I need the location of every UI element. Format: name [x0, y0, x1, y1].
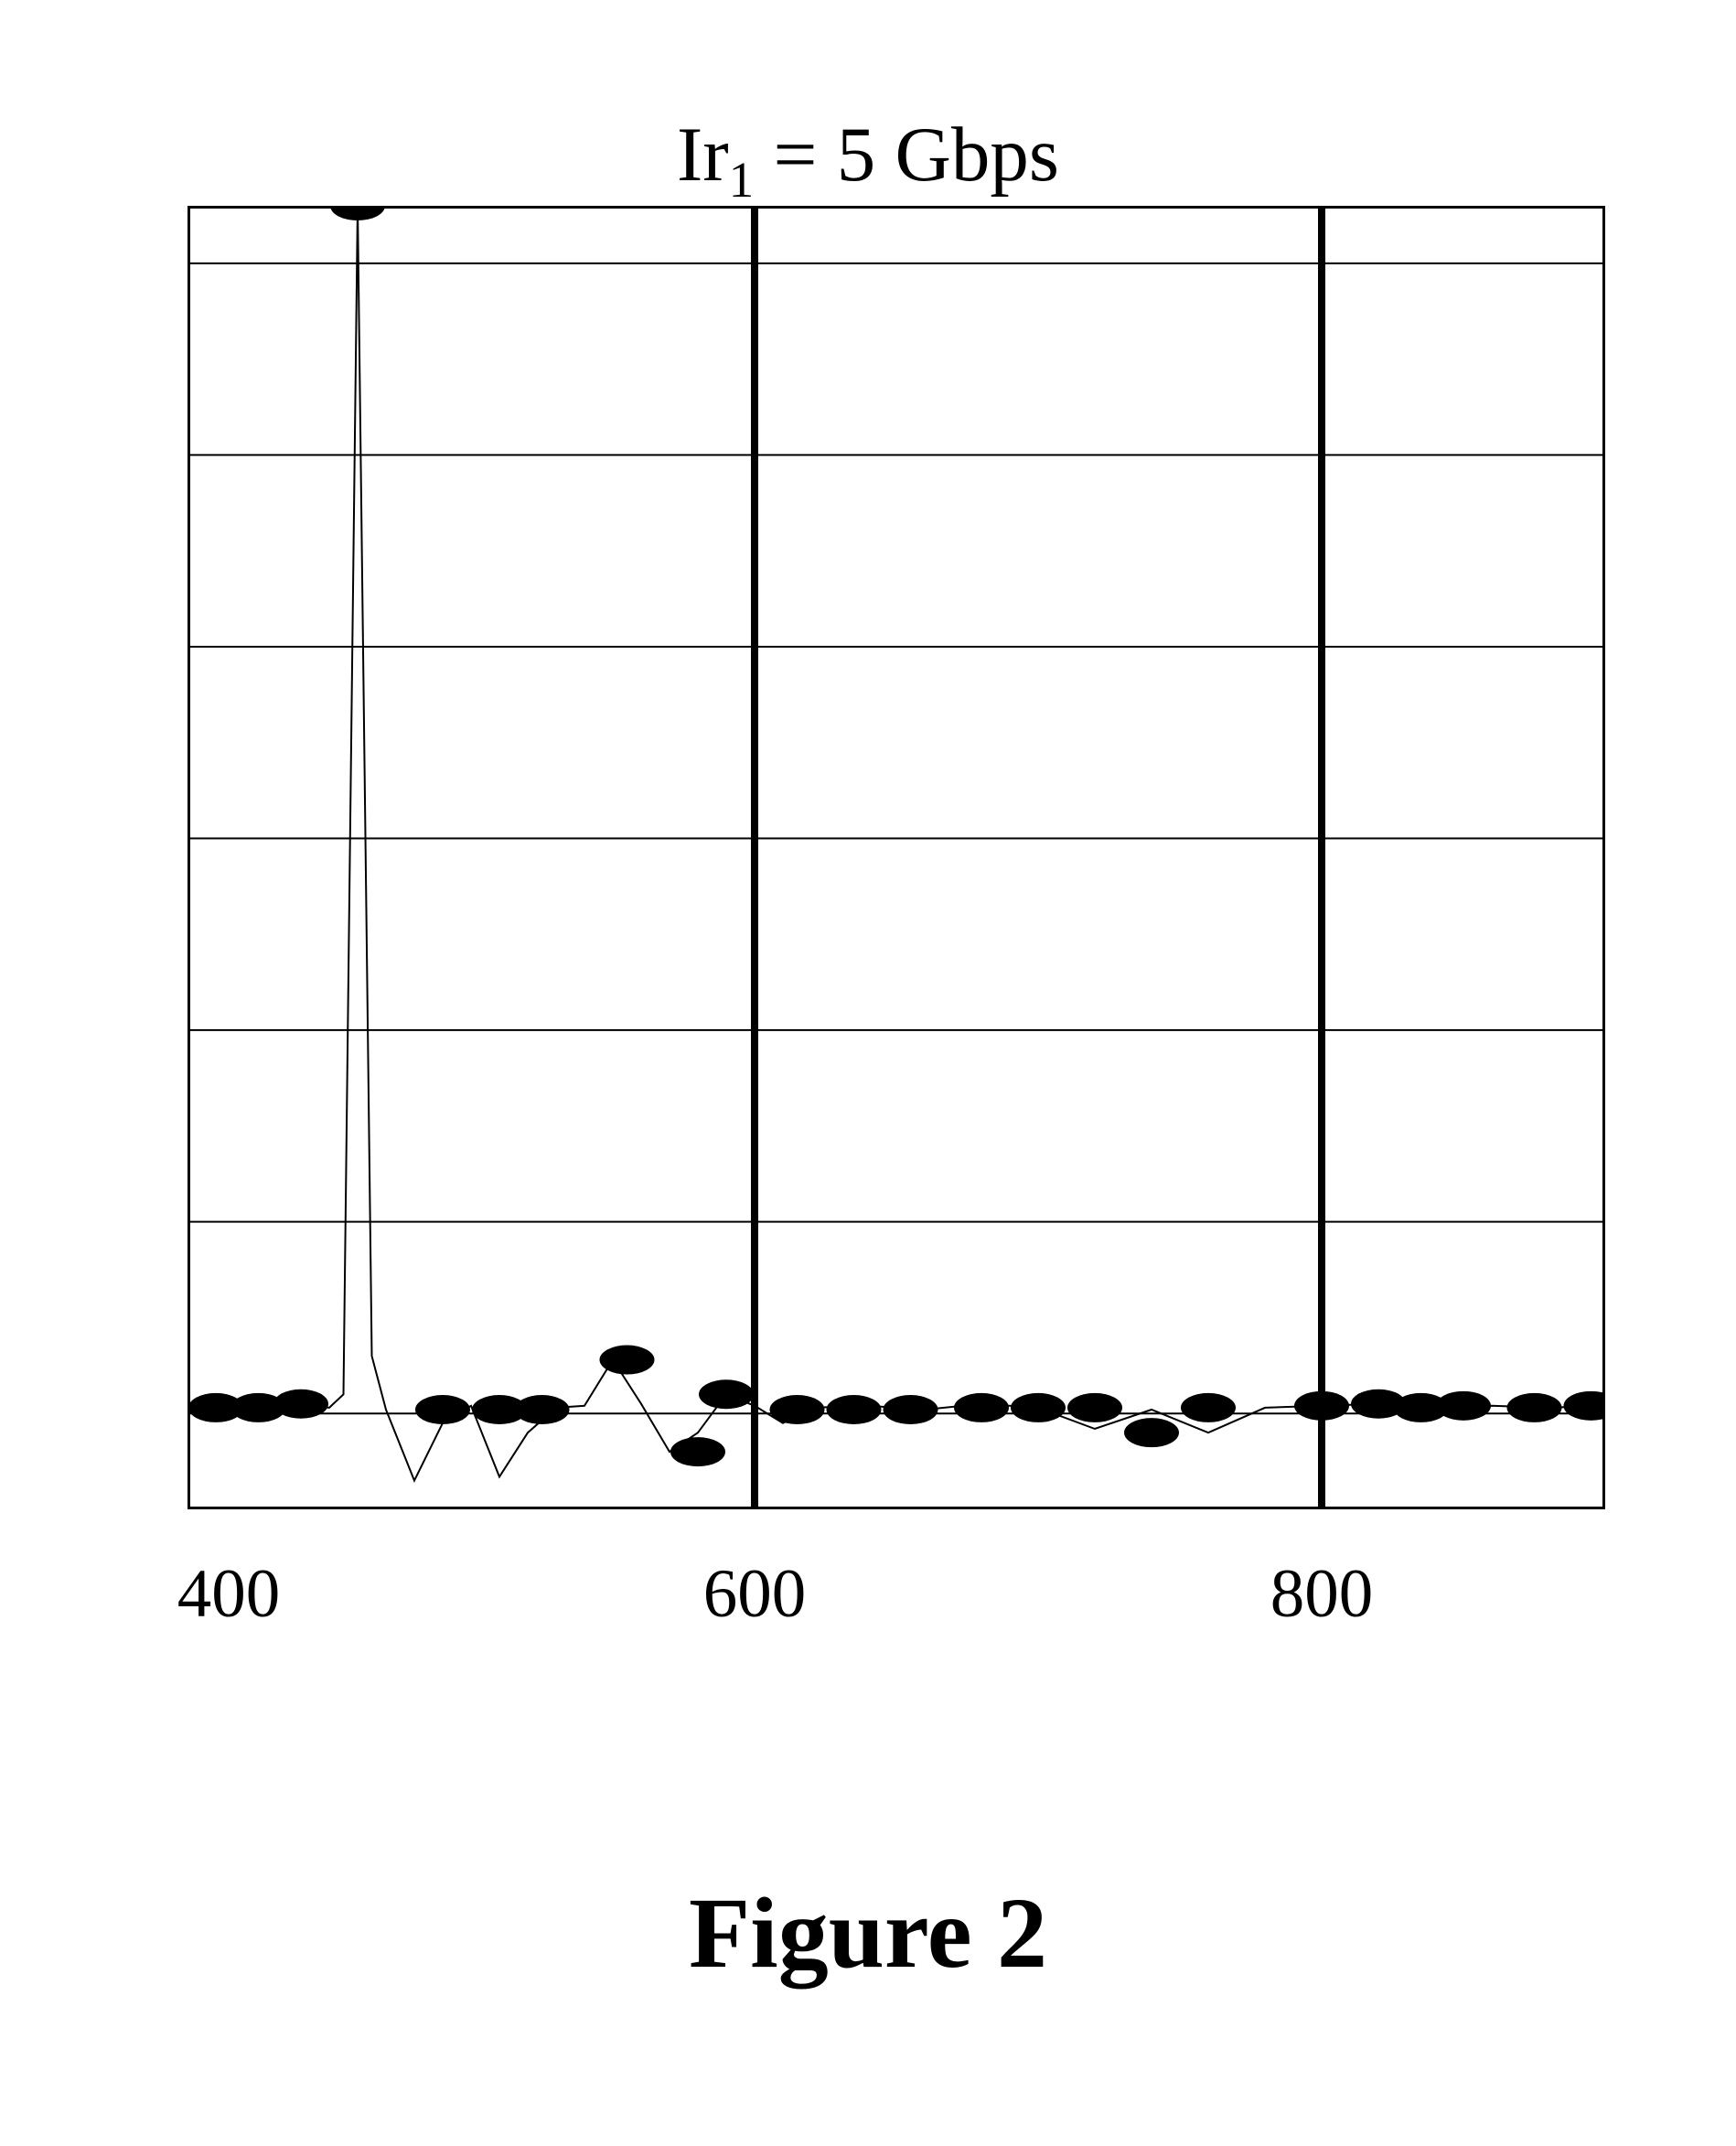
x-tick-600: 600 [703, 1555, 807, 1634]
figure-caption: Figure 2 [0, 1875, 1736, 1991]
chart-title: Ir1 = 5 Gbps [0, 110, 1736, 209]
chart-plot [188, 206, 1605, 1509]
chart-markers [188, 206, 1605, 1466]
x-tick-800: 800 [1270, 1555, 1374, 1634]
page: Ir1 = 5 Gbps 0 0.1 0.2 0.3 0.4 0.5 0.6 4… [0, 0, 1736, 2146]
x-tick-400: 400 [177, 1555, 281, 1634]
chart-gridlines [188, 263, 1605, 1413]
chart-reference-lines [755, 206, 1322, 1509]
chart-line-series [188, 206, 1605, 1481]
chart-frame [188, 206, 1605, 1509]
